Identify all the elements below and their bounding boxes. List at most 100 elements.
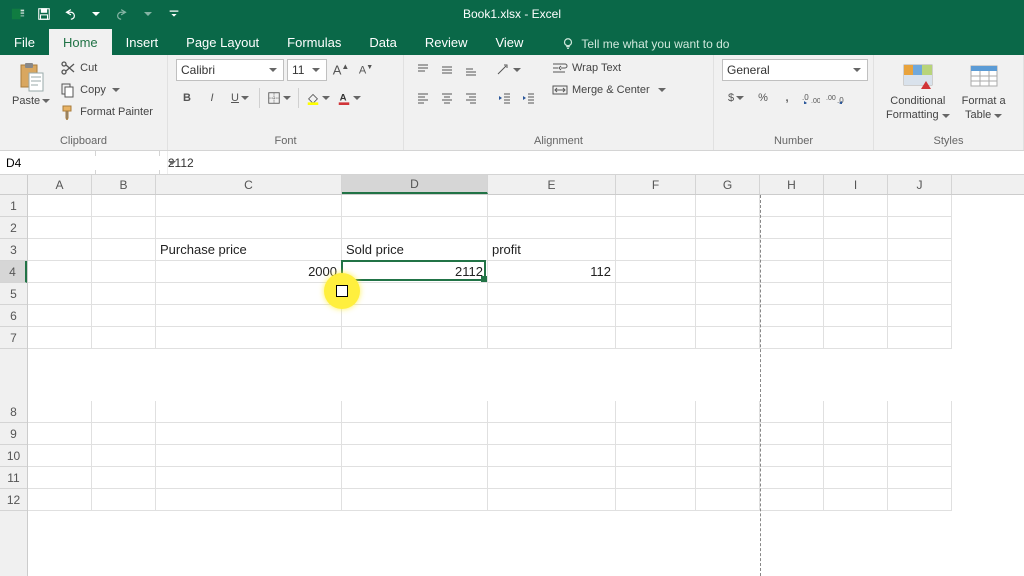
cell-E4[interactable]: 112	[488, 261, 616, 283]
cell-D1[interactable]	[342, 195, 488, 217]
formula-input[interactable]: 2112	[160, 151, 1024, 174]
column-header-D[interactable]: D	[342, 175, 488, 194]
column-header-C[interactable]: C	[156, 175, 342, 194]
cell-E1[interactable]	[488, 195, 616, 217]
cell-I1[interactable]	[824, 195, 888, 217]
select-all-corner[interactable]	[0, 175, 28, 195]
redo-dropdown-icon[interactable]	[136, 2, 160, 26]
qat-customize-icon[interactable]	[162, 2, 186, 26]
cell-D7[interactable]	[342, 327, 488, 349]
undo-dropdown-icon[interactable]	[84, 2, 108, 26]
name-box-dropdown-icon[interactable]	[167, 151, 176, 174]
cell-C4[interactable]: 2000	[156, 261, 342, 283]
cell-I4[interactable]	[824, 261, 888, 283]
column-header-B[interactable]: B	[92, 175, 156, 194]
cell-A12[interactable]	[28, 489, 92, 511]
cell-G12[interactable]	[696, 489, 760, 511]
cell-H7[interactable]	[760, 327, 824, 349]
cell-C9[interactable]	[156, 423, 342, 445]
cell-G5[interactable]	[696, 283, 760, 305]
cell-D4[interactable]: 2112	[342, 261, 488, 283]
cell-F5[interactable]	[616, 283, 696, 305]
increase-font-size-button[interactable]: A▲	[330, 59, 352, 81]
cell-I11[interactable]	[824, 467, 888, 489]
cell-E3[interactable]: profit	[488, 239, 616, 261]
cell-E12[interactable]	[488, 489, 616, 511]
row-header-7[interactable]: 7	[0, 327, 27, 349]
cell-J10[interactable]	[888, 445, 952, 467]
cell-I3[interactable]	[824, 239, 888, 261]
cell-F4[interactable]	[616, 261, 696, 283]
cell-C3[interactable]: Purchase price	[156, 239, 342, 261]
row-header-11[interactable]: 11	[0, 467, 27, 489]
cell-F12[interactable]	[616, 489, 696, 511]
cell-E11[interactable]	[488, 467, 616, 489]
cell-B12[interactable]	[92, 489, 156, 511]
tab-view[interactable]: View	[481, 29, 537, 55]
cell-A2[interactable]	[28, 217, 92, 239]
save-icon[interactable]	[32, 2, 56, 26]
cell-F11[interactable]	[616, 467, 696, 489]
cell-A9[interactable]	[28, 423, 92, 445]
cell-B4[interactable]	[92, 261, 156, 283]
cell-I8[interactable]	[824, 401, 888, 423]
undo-icon[interactable]	[58, 2, 82, 26]
cell-E9[interactable]	[488, 423, 616, 445]
bold-button[interactable]: B	[176, 87, 198, 109]
cell-F8[interactable]	[616, 401, 696, 423]
align-bottom-button[interactable]	[460, 59, 482, 81]
accounting-format-button[interactable]: $	[722, 87, 750, 109]
copy-button[interactable]: Copy	[58, 81, 155, 99]
cell-C10[interactable]	[156, 445, 342, 467]
redo-icon[interactable]	[110, 2, 134, 26]
cell-A7[interactable]	[28, 327, 92, 349]
row-header-1[interactable]: 1	[0, 195, 27, 217]
tab-review[interactable]: Review	[411, 29, 482, 55]
tab-page-layout[interactable]: Page Layout	[172, 29, 273, 55]
cell-C11[interactable]	[156, 467, 342, 489]
cell-H2[interactable]	[760, 217, 824, 239]
cell-G3[interactable]	[696, 239, 760, 261]
cell-D3[interactable]: Sold price	[342, 239, 488, 261]
cell-D9[interactable]	[342, 423, 488, 445]
cell-I2[interactable]	[824, 217, 888, 239]
spreadsheet-grid[interactable]: ABCDEFGHIJ 123456789101112 Purchase pric…	[0, 175, 1024, 576]
column-header-J[interactable]: J	[888, 175, 952, 194]
cell-A8[interactable]	[28, 401, 92, 423]
cell-B8[interactable]	[92, 401, 156, 423]
tab-insert[interactable]: Insert	[112, 29, 173, 55]
cell-G1[interactable]	[696, 195, 760, 217]
cell-F7[interactable]	[616, 327, 696, 349]
cell-B3[interactable]	[92, 239, 156, 261]
cell-J5[interactable]	[888, 283, 952, 305]
cell-E7[interactable]	[488, 327, 616, 349]
tab-formulas[interactable]: Formulas	[273, 29, 355, 55]
cell-A3[interactable]	[28, 239, 92, 261]
conditional-formatting-button[interactable]: ConditionalFormatting	[882, 59, 954, 123]
decrease-indent-button[interactable]	[494, 87, 516, 109]
cell-H6[interactable]	[760, 305, 824, 327]
cell-E6[interactable]	[488, 305, 616, 327]
cell-A1[interactable]	[28, 195, 92, 217]
cell-A4[interactable]	[28, 261, 92, 283]
cell-C6[interactable]	[156, 305, 342, 327]
cell-G6[interactable]	[696, 305, 760, 327]
cell-J8[interactable]	[888, 401, 952, 423]
cell-G4[interactable]	[696, 261, 760, 283]
tab-file[interactable]: File	[0, 29, 49, 55]
tell-me-search[interactable]: Tell me what you want to do	[551, 33, 739, 55]
fill-color-button[interactable]	[304, 87, 332, 109]
cell-E5[interactable]	[488, 283, 616, 305]
cell-I6[interactable]	[824, 305, 888, 327]
tab-data[interactable]: Data	[355, 29, 410, 55]
cell-B10[interactable]	[92, 445, 156, 467]
cell-D12[interactable]	[342, 489, 488, 511]
increase-decimal-button[interactable]: .0.00	[800, 87, 822, 109]
decrease-decimal-button[interactable]: .00.0	[824, 87, 846, 109]
name-box-input[interactable]	[0, 156, 167, 170]
row-header-3[interactable]: 3	[0, 239, 27, 261]
italic-button[interactable]: I	[201, 87, 223, 109]
cell-J11[interactable]	[888, 467, 952, 489]
cell-H3[interactable]	[760, 239, 824, 261]
cell-I5[interactable]	[824, 283, 888, 305]
